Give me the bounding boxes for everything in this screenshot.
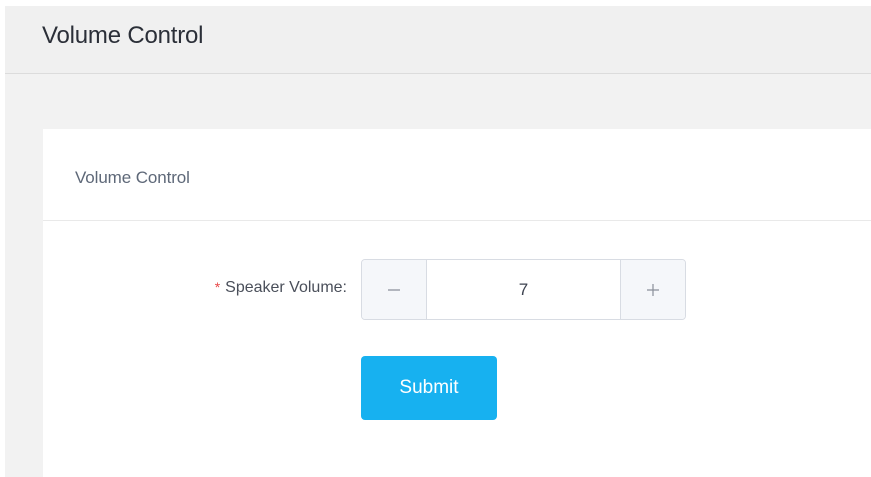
card-header: Volume Control: [43, 129, 871, 221]
decrement-button[interactable]: [362, 260, 427, 319]
submit-button[interactable]: Submit: [361, 356, 497, 420]
minus-icon: [388, 288, 400, 291]
speaker-volume-input[interactable]: 7: [427, 260, 620, 319]
volume-control-card: Volume Control * Speaker Volume: 7 Submi…: [43, 129, 871, 477]
speaker-volume-row: * Speaker Volume: 7: [43, 259, 871, 323]
page-title: Volume Control: [42, 22, 204, 49]
app-container: Volume Control Volume Control * Speaker V…: [5, 6, 871, 477]
plus-icon: [647, 283, 659, 296]
speaker-volume-label: * Speaker Volume:: [215, 279, 347, 297]
required-marker: *: [214, 279, 221, 295]
card-title: Volume Control: [75, 168, 190, 187]
page-header: Volume Control: [5, 6, 871, 74]
speaker-volume-stepper[interactable]: 7: [361, 259, 686, 320]
increment-button[interactable]: [620, 260, 685, 319]
speaker-volume-label-text: Speaker Volume:: [225, 279, 347, 296]
